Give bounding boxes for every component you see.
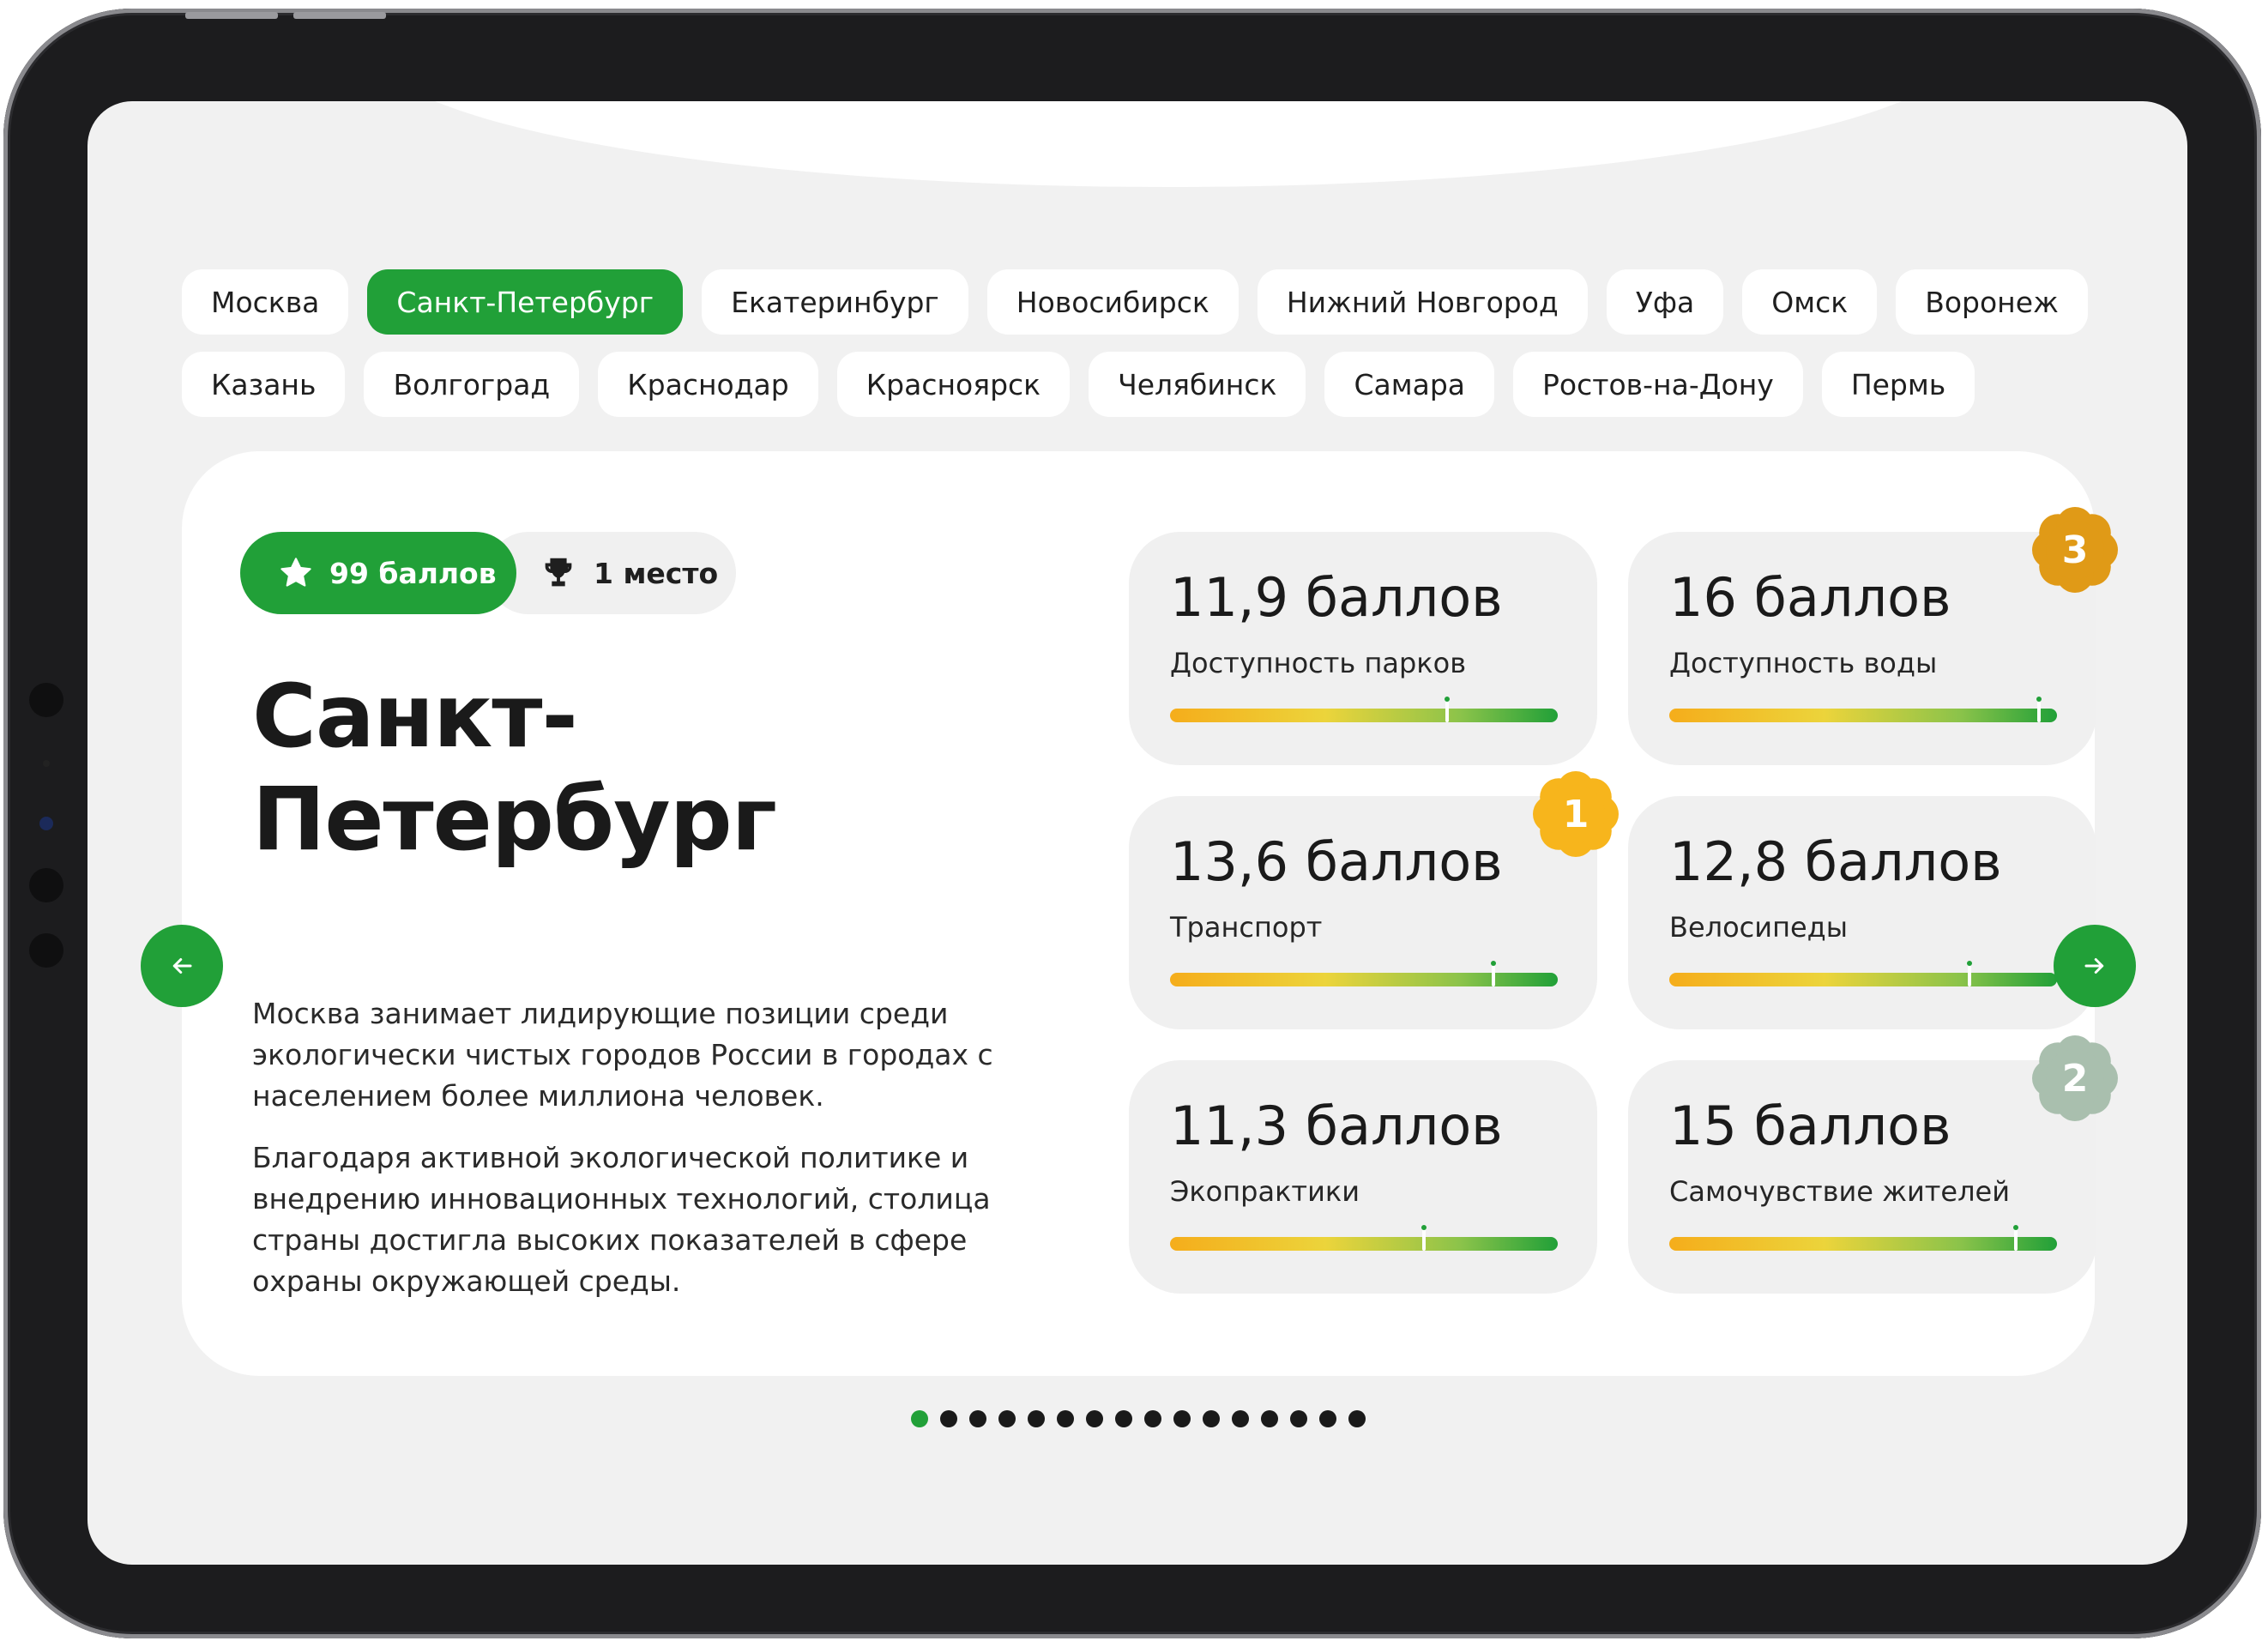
side-sensor [43, 760, 50, 767]
pagination-dot[interactable] [1290, 1410, 1307, 1427]
city-chip[interactable]: Воронеж [1896, 269, 2088, 335]
metric-progress-marker [1421, 1225, 1427, 1251]
metric-label: Экопрактики [1170, 1175, 1360, 1208]
city-chip[interactable]: Санкт-Петербург [367, 269, 684, 335]
rank-badge: 1 [1529, 767, 1623, 861]
prev-button[interactable] [141, 925, 223, 1007]
pagination-dot[interactable] [1144, 1410, 1161, 1427]
metric-progress-marker [2013, 1225, 2018, 1251]
arrow-left-icon [172, 958, 192, 974]
city-chip[interactable]: Казань [182, 352, 346, 417]
rank-badge: 3 [2028, 503, 2122, 597]
pagination-dot[interactable] [1028, 1410, 1045, 1427]
city-chip[interactable]: Омск [1742, 269, 1878, 335]
side-sensor [29, 683, 63, 717]
pagination-dot[interactable] [969, 1410, 986, 1427]
metric-progress-bar [1669, 1225, 2057, 1251]
metric-label: Транспорт [1170, 911, 1323, 944]
metric-value: 15 баллов [1669, 1095, 1951, 1157]
metric-progress-marker [1967, 961, 1972, 986]
pagination-dot[interactable] [1348, 1410, 1366, 1427]
score-badge-label: 99 баллов [329, 556, 497, 590]
metric-value: 12,8 баллов [1669, 830, 2002, 893]
metric-label: Доступность парков [1170, 647, 1467, 679]
metric-progress-bar [1170, 1225, 1558, 1251]
side-sensor [29, 933, 63, 968]
pagination-dot[interactable] [1173, 1410, 1191, 1427]
pagination-dot[interactable] [911, 1410, 928, 1427]
metric-tile: 13,6 баллов Транспорт 1 [1129, 771, 1619, 1029]
city-chip[interactable]: Нижний Новгород [1257, 269, 1588, 335]
pagination-dot[interactable] [940, 1410, 957, 1427]
metric-tile: 11,9 баллов Доступность парков [1129, 532, 1597, 765]
pagination-dot[interactable] [1086, 1410, 1103, 1427]
star-icon [280, 558, 311, 587]
metric-value: 16 баллов [1669, 566, 1951, 629]
pagination [911, 1410, 1366, 1427]
rank-number: 3 [2061, 528, 2089, 572]
city-chip[interactable]: Новосибирск [986, 269, 1239, 335]
metric-label: Самочувствие жителей [1669, 1175, 2011, 1208]
city-description: Благодаря активной экологической политик… [252, 1141, 991, 1298]
metric-progress-bar [1669, 961, 2057, 986]
city-chip[interactable]: Екатеринбург [702, 269, 968, 335]
metric-tile: 11,3 баллов Экопрактики [1129, 1060, 1597, 1294]
place-badge-label: 1 место [594, 556, 719, 590]
city-chip[interactable]: Москва [182, 269, 349, 335]
pagination-dot[interactable] [1115, 1410, 1132, 1427]
city-chip[interactable]: Самара [1324, 352, 1495, 417]
rank-number: 1 [1562, 792, 1589, 836]
volume-button [293, 12, 386, 19]
trophy-icon [545, 558, 572, 587]
metric-progress-bar [1170, 697, 1558, 722]
metric-progress-marker [1445, 697, 1450, 722]
camera-icon [39, 817, 53, 830]
pagination-dot[interactable] [1203, 1410, 1220, 1427]
city-chip[interactable]: Челябинск [1089, 352, 1306, 417]
city-filter-row: Казань Волгоград Краснодар Красноярск Челяби… [182, 352, 1975, 417]
city-filter-row: Москва Санкт-Петербург Екатеринбург Новосиб… [182, 269, 2088, 335]
city-title: Санкт-Петербург [252, 666, 777, 871]
side-sensor [29, 868, 63, 902]
metric-label: Доступность воды [1669, 647, 1938, 679]
metric-value: 13,6 баллов [1170, 830, 1503, 893]
next-button[interactable] [2054, 925, 2136, 1007]
metric-value: 11,3 баллов [1170, 1095, 1503, 1157]
metric-progress-marker [2036, 697, 2042, 722]
city-card: 99 баллов 1 место Санкт-Петербург Москва… [182, 451, 2118, 1376]
city-chip[interactable]: Пермь [1821, 352, 1975, 417]
pagination-dot[interactable] [1261, 1410, 1278, 1427]
pagination-dot[interactable] [1232, 1410, 1249, 1427]
metric-tile: 15 баллов Самочувствие жителей 2 [1628, 1035, 2118, 1294]
tablet-frame: Москва Санкт-Петербург Екатеринбург Новосиб… [3, 9, 2261, 1638]
metric-progress-bar [1170, 961, 1558, 986]
score-badge: 99 баллов [240, 532, 516, 614]
arrow-right-icon [2084, 958, 2104, 974]
city-chip[interactable]: Красноярск [836, 352, 1071, 417]
place-badge: 1 место [487, 532, 736, 614]
metric-tile: 12,8 баллов Велосипеды [1628, 796, 2096, 1029]
metric-progress-bar [1669, 697, 2057, 722]
rank-badge: 2 [2028, 1031, 2122, 1125]
city-description: Москва занимает лидирующие позиции среди… [252, 997, 993, 1113]
badges: 99 баллов 1 место [240, 532, 736, 614]
metric-label: Велосипеды [1669, 911, 1849, 944]
pagination-dot[interactable] [998, 1410, 1016, 1427]
city-chip[interactable]: Уфа [1606, 269, 1724, 335]
header-arc [371, 101, 1966, 187]
screen: Москва Санкт-Петербург Екатеринбург Новосиб… [87, 101, 2187, 1565]
volume-button [185, 12, 278, 19]
metric-tile: 16 баллов Доступность воды 3 [1628, 507, 2118, 765]
pagination-dot[interactable] [1057, 1410, 1074, 1427]
metric-progress-marker [1491, 961, 1496, 986]
metric-value: 11,9 баллов [1170, 566, 1503, 629]
rank-number: 2 [2061, 1056, 2089, 1101]
city-chip[interactable]: Ростов-на-Дону [1513, 352, 1803, 417]
city-chip[interactable]: Краснодар [598, 352, 818, 417]
city-chip[interactable]: Волгоград [364, 352, 580, 417]
pagination-dot[interactable] [1319, 1410, 1336, 1427]
